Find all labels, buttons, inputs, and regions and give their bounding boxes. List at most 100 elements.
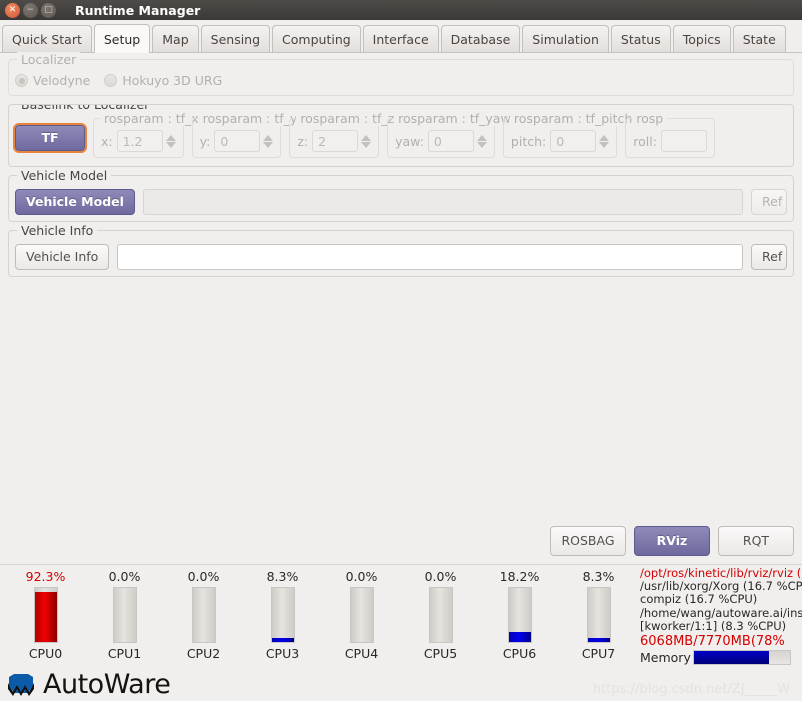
tf-roll-group-title: rosp	[632, 111, 668, 126]
process-list-item: /home/wang/autoware.ai/instal	[640, 605, 802, 620]
cpu1-bar	[112, 587, 137, 643]
tf-yaw-stepper-arrows[interactable]	[476, 134, 487, 148]
cpu0-percent: 92.3%	[25, 569, 66, 584]
tf-x-stepper-arrows[interactable]	[165, 134, 176, 148]
tf-x-input[interactable]: 1.2	[116, 130, 163, 152]
radio-velodyne[interactable]: Velodyne	[15, 73, 90, 88]
tf-z-input[interactable]: 2	[312, 130, 359, 152]
cpu6-label: CPU6	[502, 646, 537, 661]
rqt-button[interactable]: RQT	[718, 526, 794, 556]
cpu-gauge-cpu4: 0.0% CPU4	[322, 565, 401, 668]
radio-velodyne-label: Velodyne	[33, 73, 91, 88]
tf-z-stepper-arrows[interactable]	[361, 134, 372, 148]
chevron-up-icon[interactable]	[165, 134, 176, 141]
localizer-options: Velodyne Hokuyo 3D URG	[15, 73, 787, 88]
tab-bar: Quick Start Setup Map Sensing Computing …	[0, 20, 802, 53]
window-title: Runtime Manager	[75, 2, 201, 18]
cpu-gauge-cpu2: 0.0% CPU2	[164, 565, 243, 668]
resource-monitor: 92.3% CPU0 0.0% CPU1 0.0% CPU2 8.3% CPU3…	[0, 564, 802, 668]
vehicle-info-ref-button[interactable]: Ref	[751, 244, 787, 270]
cpu4-bar	[349, 587, 374, 643]
cpu2-label: CPU2	[186, 646, 221, 661]
tf-x-label: x:	[101, 133, 113, 149]
cpu0-label: CPU0	[28, 646, 63, 661]
autoware-logo-text: AutoWare	[43, 669, 171, 700]
tab-computing[interactable]: Computing	[272, 25, 361, 52]
vehicle-info-button[interactable]: Vehicle Info	[15, 244, 110, 270]
window-titlebar: ✕ − □ Runtime Manager	[0, 0, 802, 20]
autoware-mark-icon	[8, 673, 34, 696]
action-button-bar: ROSBAG RViz RQT	[550, 526, 794, 556]
chevron-up-icon[interactable]	[599, 134, 610, 141]
tf-roll-stepper[interactable]	[660, 130, 707, 152]
chevron-up-icon[interactable]	[361, 134, 372, 141]
minimize-icon[interactable]: −	[23, 2, 38, 18]
tf-row: TF rosparam : tf_x x: 1.2 rosparam : tf_…	[15, 111, 787, 158]
rviz-button[interactable]: RViz	[634, 526, 710, 556]
cpu-gauges: 92.3% CPU0 0.0% CPU1 0.0% CPU2 8.3% CPU3…	[0, 565, 638, 668]
vehicle-info-path-input[interactable]	[117, 244, 743, 270]
tf-yaw-input[interactable]: 0	[427, 130, 474, 152]
vehicle-model-group-title: Vehicle Model	[17, 168, 112, 183]
tab-quick-start[interactable]: Quick Start	[2, 25, 92, 52]
tab-map[interactable]: Map	[152, 25, 199, 52]
cpu6-percent: 18.2%	[499, 569, 540, 584]
localizer-group: Localizer Velodyne Hokuyo 3D URG	[8, 52, 794, 96]
cpu4-label: CPU4	[344, 646, 379, 661]
cpu1-percent: 0.0%	[108, 569, 141, 584]
tab-state[interactable]: State	[732, 25, 786, 52]
cpu5-bar	[428, 587, 453, 643]
tf-roll-label: roll:	[633, 133, 657, 149]
tf-yaw-group: rosparam : tf_yaw yaw: 0	[387, 111, 515, 158]
tab-sensing[interactable]: Sensing	[200, 25, 271, 52]
cpu7-label: CPU7	[581, 646, 616, 661]
cpu4-percent: 0.0%	[345, 569, 378, 584]
chevron-up-icon[interactable]	[476, 134, 487, 141]
tf-y-stepper[interactable]: 0	[214, 130, 274, 152]
tf-yaw-stepper[interactable]: 0	[427, 130, 487, 152]
vehicle-model-ref-button[interactable]: Ref	[751, 189, 787, 215]
tf-pitch-input[interactable]: 0	[550, 130, 597, 152]
cpu7-percent: 8.3%	[582, 569, 615, 584]
localizer-group-title: Localizer	[17, 52, 81, 67]
radio-hokuyo-3d-urg-icon	[104, 74, 118, 87]
watermark: https://blog.csdn.net/ZJ_____W	[592, 682, 790, 697]
tf-pitch-label: pitch:	[510, 133, 547, 149]
chevron-down-icon[interactable]	[599, 141, 610, 148]
tf-pitch-stepper[interactable]: 0	[550, 130, 610, 152]
tab-interface[interactable]: Interface	[362, 25, 439, 52]
tf-x-group-title: rosparam : tf_x	[100, 111, 203, 126]
cpu-gauge-cpu7: 8.3% CPU7	[559, 565, 638, 668]
setup-panel: Localizer Velodyne Hokuyo 3D URG Baselin…	[0, 52, 802, 564]
tf-x-stepper[interactable]: 1.2	[116, 130, 176, 152]
cpu3-bar	[270, 587, 295, 643]
tf-button[interactable]: TF	[15, 125, 85, 151]
tf-y-input[interactable]: 0	[214, 130, 261, 152]
cpu-gauge-cpu1: 0.0% CPU1	[85, 565, 164, 668]
vehicle-model-path-input[interactable]	[142, 189, 743, 215]
chevron-down-icon[interactable]	[476, 141, 487, 148]
chevron-down-icon[interactable]	[165, 141, 176, 148]
vehicle-model-button[interactable]: Vehicle Model	[15, 189, 135, 215]
tf-pitch-stepper-arrows[interactable]	[599, 134, 610, 148]
tab-simulation[interactable]: Simulation	[522, 25, 609, 52]
tab-database[interactable]: Database	[440, 25, 521, 52]
chevron-down-icon[interactable]	[361, 141, 372, 148]
rosbag-button[interactable]: ROSBAG	[550, 526, 626, 556]
process-list-item: compiz (16.7 %CPU)	[640, 592, 758, 607]
tab-topics[interactable]: Topics	[672, 25, 731, 52]
tab-status[interactable]: Status	[610, 25, 671, 52]
tf-y-stepper-arrows[interactable]	[263, 134, 274, 148]
cpu7-bar	[586, 587, 611, 643]
tf-z-stepper[interactable]: 2	[312, 130, 372, 152]
tf-roll-input[interactable]	[660, 130, 707, 152]
close-icon[interactable]: ✕	[5, 2, 20, 18]
maximize-icon[interactable]: □	[41, 2, 56, 18]
chevron-up-icon[interactable]	[263, 134, 274, 141]
tf-z-group: rosparam : tf_z z: 2	[289, 111, 399, 158]
tab-setup[interactable]: Setup	[93, 24, 151, 53]
cpu3-percent: 8.3%	[266, 569, 299, 584]
tf-x-group: rosparam : tf_x x: 1.2	[93, 111, 203, 158]
radio-hokuyo-3d-urg[interactable]: Hokuyo 3D URG	[104, 73, 222, 88]
chevron-down-icon[interactable]	[263, 141, 274, 148]
